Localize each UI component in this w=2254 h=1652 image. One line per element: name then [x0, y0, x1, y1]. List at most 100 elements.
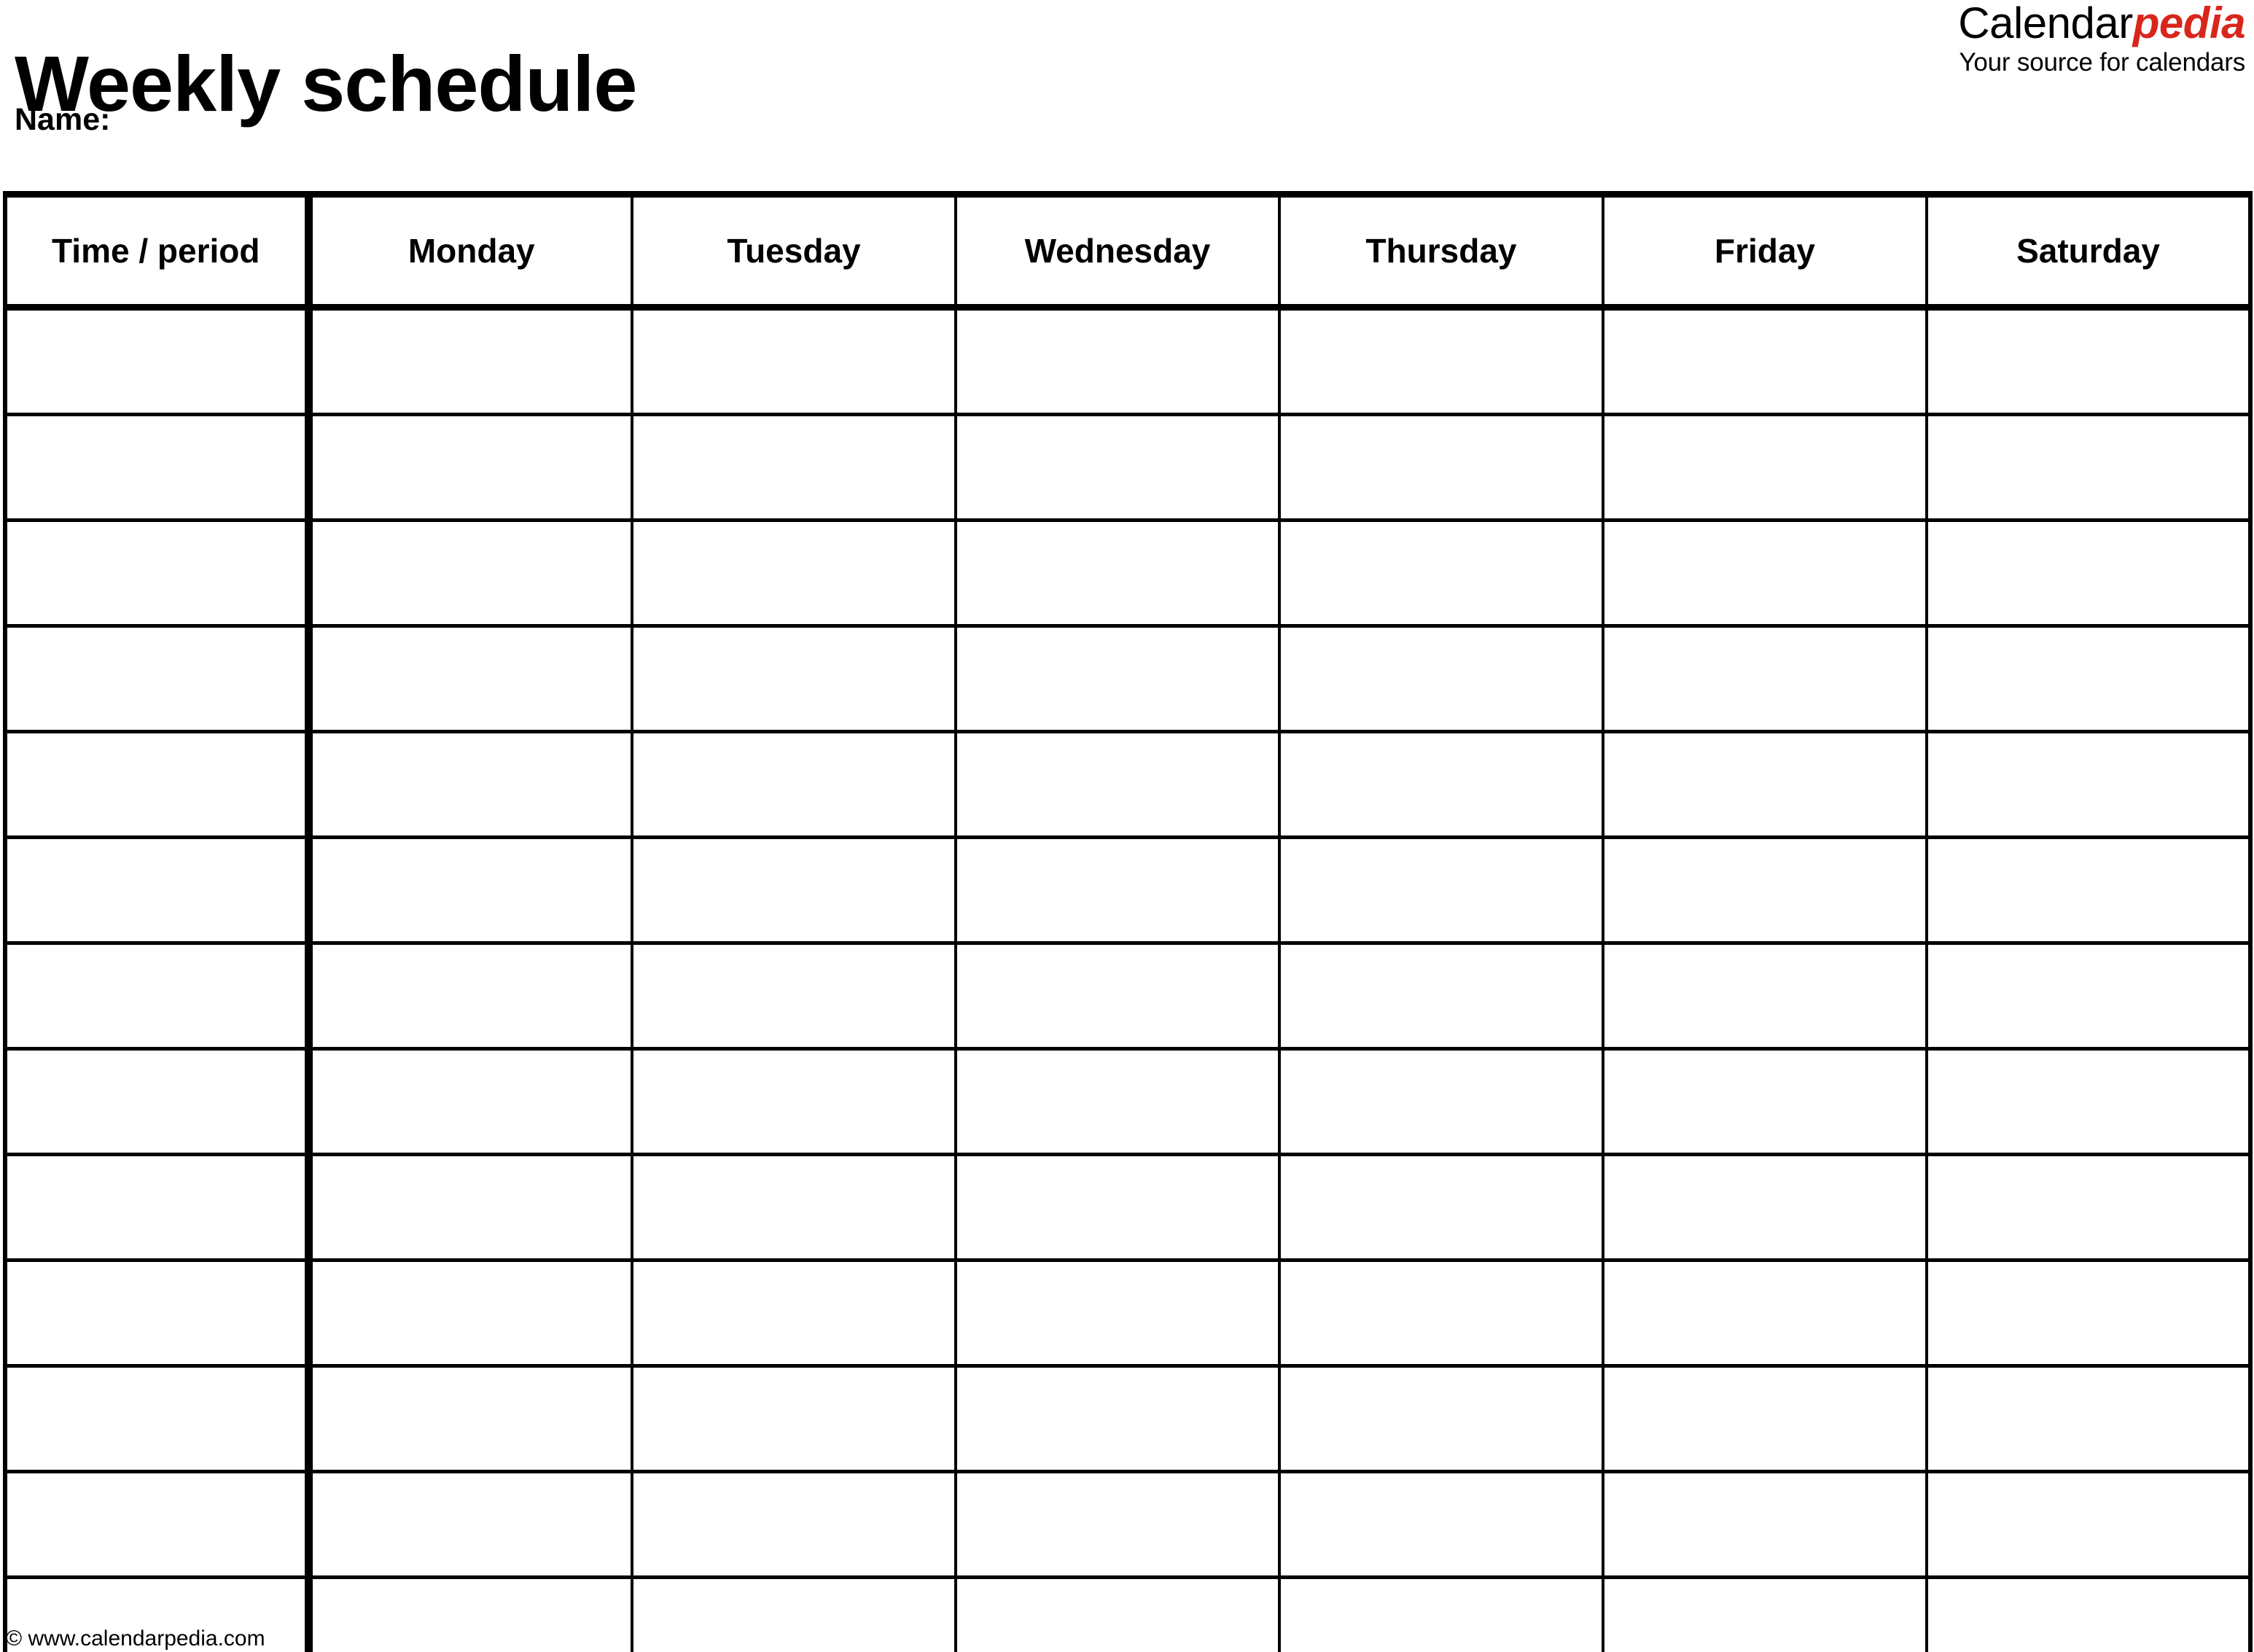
- schedule-cell-saturday[interactable]: [1925, 307, 2253, 416]
- schedule-cell-thursday[interactable]: [1278, 1260, 1604, 1368]
- schedule-cell-tuesday[interactable]: [631, 837, 957, 945]
- schedule-cell-time[interactable]: [3, 1154, 313, 1262]
- schedule-cell-friday[interactable]: [1602, 837, 1928, 945]
- schedule-cell-thursday[interactable]: [1278, 1365, 1604, 1473]
- schedule-cell-thursday[interactable]: [1278, 943, 1604, 1051]
- column-header-tuesday: Tuesday: [631, 191, 957, 311]
- schedule-cell-friday[interactable]: [1602, 1365, 1928, 1473]
- schedule-cell-saturday[interactable]: [1925, 943, 2253, 1051]
- schedule-cell-saturday[interactable]: [1925, 1577, 2253, 1652]
- schedule-cell-saturday[interactable]: [1925, 626, 2253, 733]
- schedule-cell-monday[interactable]: [307, 520, 633, 628]
- schedule-cell-saturday[interactable]: [1925, 837, 2253, 945]
- schedule-cell-tuesday[interactable]: [631, 1577, 957, 1652]
- schedule-cell-thursday[interactable]: [1278, 731, 1604, 839]
- schedule-cell-time[interactable]: [3, 1471, 313, 1579]
- schedule-cell-thursday[interactable]: [1278, 520, 1604, 628]
- schedule-cell-tuesday[interactable]: [631, 307, 957, 416]
- schedule-cell-monday[interactable]: [307, 943, 633, 1051]
- schedule-cell-friday[interactable]: [1602, 1577, 1928, 1652]
- schedule-cell-saturday[interactable]: [1925, 1471, 2253, 1579]
- schedule-cell-friday[interactable]: [1602, 943, 1928, 1051]
- schedule-cell-tuesday[interactable]: [631, 414, 957, 522]
- schedule-cell-saturday[interactable]: [1925, 414, 2253, 522]
- column-header-thursday: Thursday: [1278, 191, 1604, 311]
- schedule-cell-thursday[interactable]: [1278, 1471, 1604, 1579]
- schedule-cell-time[interactable]: [3, 414, 313, 522]
- schedule-cell-saturday[interactable]: [1925, 1365, 2253, 1473]
- schedule-cell-wednesday[interactable]: [954, 626, 1281, 733]
- schedule-cell-friday[interactable]: [1602, 1154, 1928, 1262]
- schedule-cell-thursday[interactable]: [1278, 307, 1604, 416]
- schedule-cell-saturday[interactable]: [1925, 1154, 2253, 1262]
- schedule-cell-saturday[interactable]: [1925, 520, 2253, 628]
- schedule-cell-wednesday[interactable]: [954, 414, 1281, 522]
- schedule-cell-friday[interactable]: [1602, 1048, 1928, 1156]
- schedule-cell-wednesday[interactable]: [954, 837, 1281, 945]
- schedule-cell-monday[interactable]: [307, 414, 633, 522]
- schedule-cell-monday[interactable]: [307, 1260, 633, 1368]
- schedule-cell-time[interactable]: [3, 943, 313, 1051]
- schedule-cell-time[interactable]: [3, 731, 313, 839]
- column-header-wednesday: Wednesday: [954, 191, 1281, 311]
- schedule-cell-monday[interactable]: [307, 1471, 633, 1579]
- table-row: [3, 307, 2253, 416]
- schedule-table-container: Time / period Monday Tuesday Wednesday T…: [3, 191, 2253, 1652]
- schedule-cell-time[interactable]: [3, 1365, 313, 1473]
- schedule-cell-saturday[interactable]: [1925, 1260, 2253, 1368]
- schedule-cell-friday[interactable]: [1602, 1260, 1928, 1368]
- schedule-cell-monday[interactable]: [307, 1577, 633, 1652]
- schedule-cell-monday[interactable]: [307, 1154, 633, 1262]
- schedule-cell-tuesday[interactable]: [631, 731, 957, 839]
- schedule-cell-wednesday[interactable]: [954, 1154, 1281, 1262]
- schedule-cell-friday[interactable]: [1602, 520, 1928, 628]
- schedule-cell-monday[interactable]: [307, 837, 633, 945]
- schedule-cell-thursday[interactable]: [1278, 1048, 1604, 1156]
- schedule-cell-thursday[interactable]: [1278, 837, 1604, 945]
- schedule-cell-wednesday[interactable]: [954, 1365, 1281, 1473]
- schedule-cell-wednesday[interactable]: [954, 731, 1281, 839]
- table-row: [3, 1471, 2253, 1579]
- schedule-cell-monday[interactable]: [307, 731, 633, 839]
- schedule-cell-thursday[interactable]: [1278, 1154, 1604, 1262]
- table-row: [3, 1365, 2253, 1473]
- schedule-cell-monday[interactable]: [307, 626, 633, 733]
- schedule-cell-time[interactable]: [3, 520, 313, 628]
- schedule-cell-wednesday[interactable]: [954, 307, 1281, 416]
- schedule-cell-thursday[interactable]: [1278, 1577, 1604, 1652]
- schedule-cell-thursday[interactable]: [1278, 414, 1604, 522]
- schedule-cell-monday[interactable]: [307, 1048, 633, 1156]
- schedule-cell-tuesday[interactable]: [631, 1471, 957, 1579]
- schedule-cell-tuesday[interactable]: [631, 943, 957, 1051]
- schedule-cell-monday[interactable]: [307, 307, 633, 416]
- schedule-cell-tuesday[interactable]: [631, 1260, 957, 1368]
- schedule-cell-tuesday[interactable]: [631, 520, 957, 628]
- schedule-cell-time[interactable]: [3, 837, 313, 945]
- schedule-cell-friday[interactable]: [1602, 414, 1928, 522]
- schedule-cell-saturday[interactable]: [1925, 1048, 2253, 1156]
- schedule-cell-thursday[interactable]: [1278, 626, 1604, 733]
- schedule-cell-wednesday[interactable]: [954, 520, 1281, 628]
- schedule-cell-friday[interactable]: [1602, 731, 1928, 839]
- schedule-cell-saturday[interactable]: [1925, 731, 2253, 839]
- schedule-cell-tuesday[interactable]: [631, 1365, 957, 1473]
- schedule-cell-tuesday[interactable]: [631, 626, 957, 733]
- schedule-cell-monday[interactable]: [307, 1365, 633, 1473]
- calendarpedia-logo: Calendarpedia Your source for calendars: [1958, 1, 2245, 76]
- schedule-cell-wednesday[interactable]: [954, 1048, 1281, 1156]
- schedule-cell-friday[interactable]: [1602, 307, 1928, 416]
- schedule-cell-friday[interactable]: [1602, 626, 1928, 733]
- footer-copyright: © www.calendarpedia.com: [6, 1626, 265, 1651]
- schedule-cell-wednesday[interactable]: [954, 1260, 1281, 1368]
- schedule-cell-time[interactable]: [3, 1048, 313, 1156]
- schedule-cell-friday[interactable]: [1602, 1471, 1928, 1579]
- table-row: [3, 731, 2253, 839]
- schedule-cell-wednesday[interactable]: [954, 1471, 1281, 1579]
- schedule-cell-wednesday[interactable]: [954, 943, 1281, 1051]
- schedule-cell-tuesday[interactable]: [631, 1048, 957, 1156]
- schedule-cell-time[interactable]: [3, 626, 313, 733]
- schedule-cell-time[interactable]: [3, 307, 313, 416]
- schedule-cell-wednesday[interactable]: [954, 1577, 1281, 1652]
- schedule-cell-tuesday[interactable]: [631, 1154, 957, 1262]
- schedule-cell-time[interactable]: [3, 1260, 313, 1368]
